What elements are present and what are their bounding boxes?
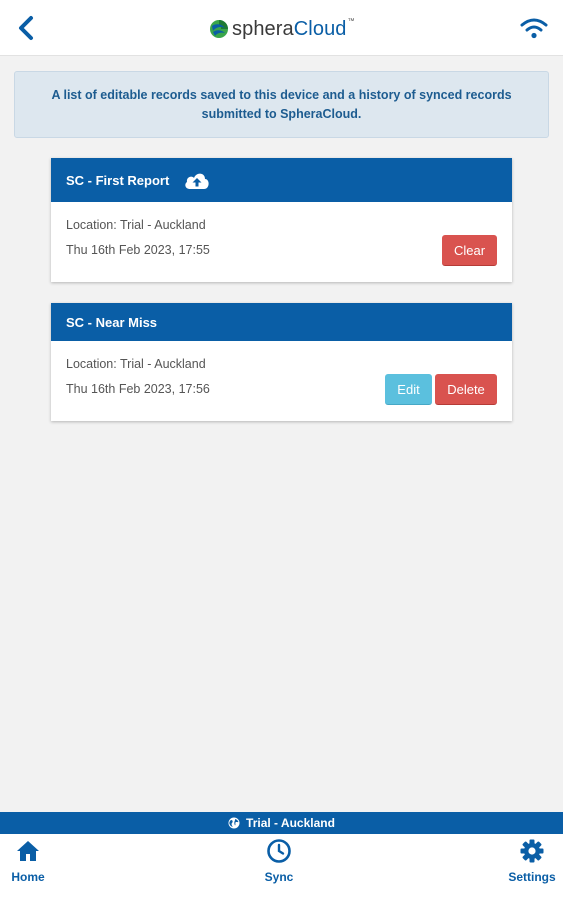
cloud-upload-icon: [183, 169, 211, 191]
delete-button[interactable]: Delete: [435, 374, 497, 405]
logo-text-sphera: sphera: [232, 17, 294, 40]
record-title: SC - Near Miss: [66, 314, 158, 330]
record-card-first-report: SC - First Report Location: Trial - Auck…: [51, 158, 512, 282]
back-button[interactable]: [10, 12, 42, 44]
record-location: Location: Trial - Auckland: [66, 357, 206, 371]
record-card-near-miss: SC - Near Miss Location: Trial - Aucklan…: [51, 303, 512, 421]
connection-status-button[interactable]: [519, 14, 549, 42]
record-card-body: Location: Trial - Auckland Thu 16th Feb …: [51, 202, 512, 267]
current-location-text: Trial - Auckland: [246, 816, 335, 830]
record-date: Thu 16th Feb 2023, 17:56: [66, 382, 210, 396]
record-date: Thu 16th Feb 2023, 17:55: [66, 243, 210, 257]
record-card-body: Location: Trial - Auckland Thu 16th Feb …: [51, 341, 512, 406]
edit-button[interactable]: Edit: [385, 374, 432, 405]
nav-home-label: Home: [11, 870, 45, 884]
sphera-logo-mark: [210, 20, 228, 38]
record-card-header: SC - Near Miss: [51, 303, 512, 341]
nav-home[interactable]: Home: [0, 838, 63, 890]
nav-settings[interactable]: Settings: [497, 838, 563, 890]
logo-text-cloud: Cloud: [293, 17, 347, 40]
current-location-bar[interactable]: Trial - Auckland: [0, 812, 563, 834]
sphera-cloud-logo: sphera Cloud ™: [209, 16, 355, 42]
globe-icon: [228, 817, 240, 829]
record-location: Location: Trial - Auckland: [66, 218, 206, 232]
clock-icon: [266, 838, 292, 864]
chevron-left-icon: [19, 16, 33, 40]
record-card-header: SC - First Report: [51, 158, 512, 202]
logo-trademark: ™: [347, 18, 355, 25]
app-header: sphera Cloud ™: [0, 0, 563, 56]
gear-icon: [519, 838, 545, 864]
home-icon: [15, 838, 41, 864]
nav-sync[interactable]: Sync: [244, 838, 314, 890]
nav-settings-label: Settings: [508, 870, 556, 884]
record-title: SC - First Report: [66, 172, 170, 188]
nav-sync-label: Sync: [264, 870, 294, 884]
records-info-banner: A list of editable records saved to this…: [14, 71, 549, 138]
bottom-navigation: Home Sync Settings: [0, 834, 563, 900]
wifi-icon: [520, 18, 548, 39]
clear-button[interactable]: Clear: [442, 235, 497, 266]
